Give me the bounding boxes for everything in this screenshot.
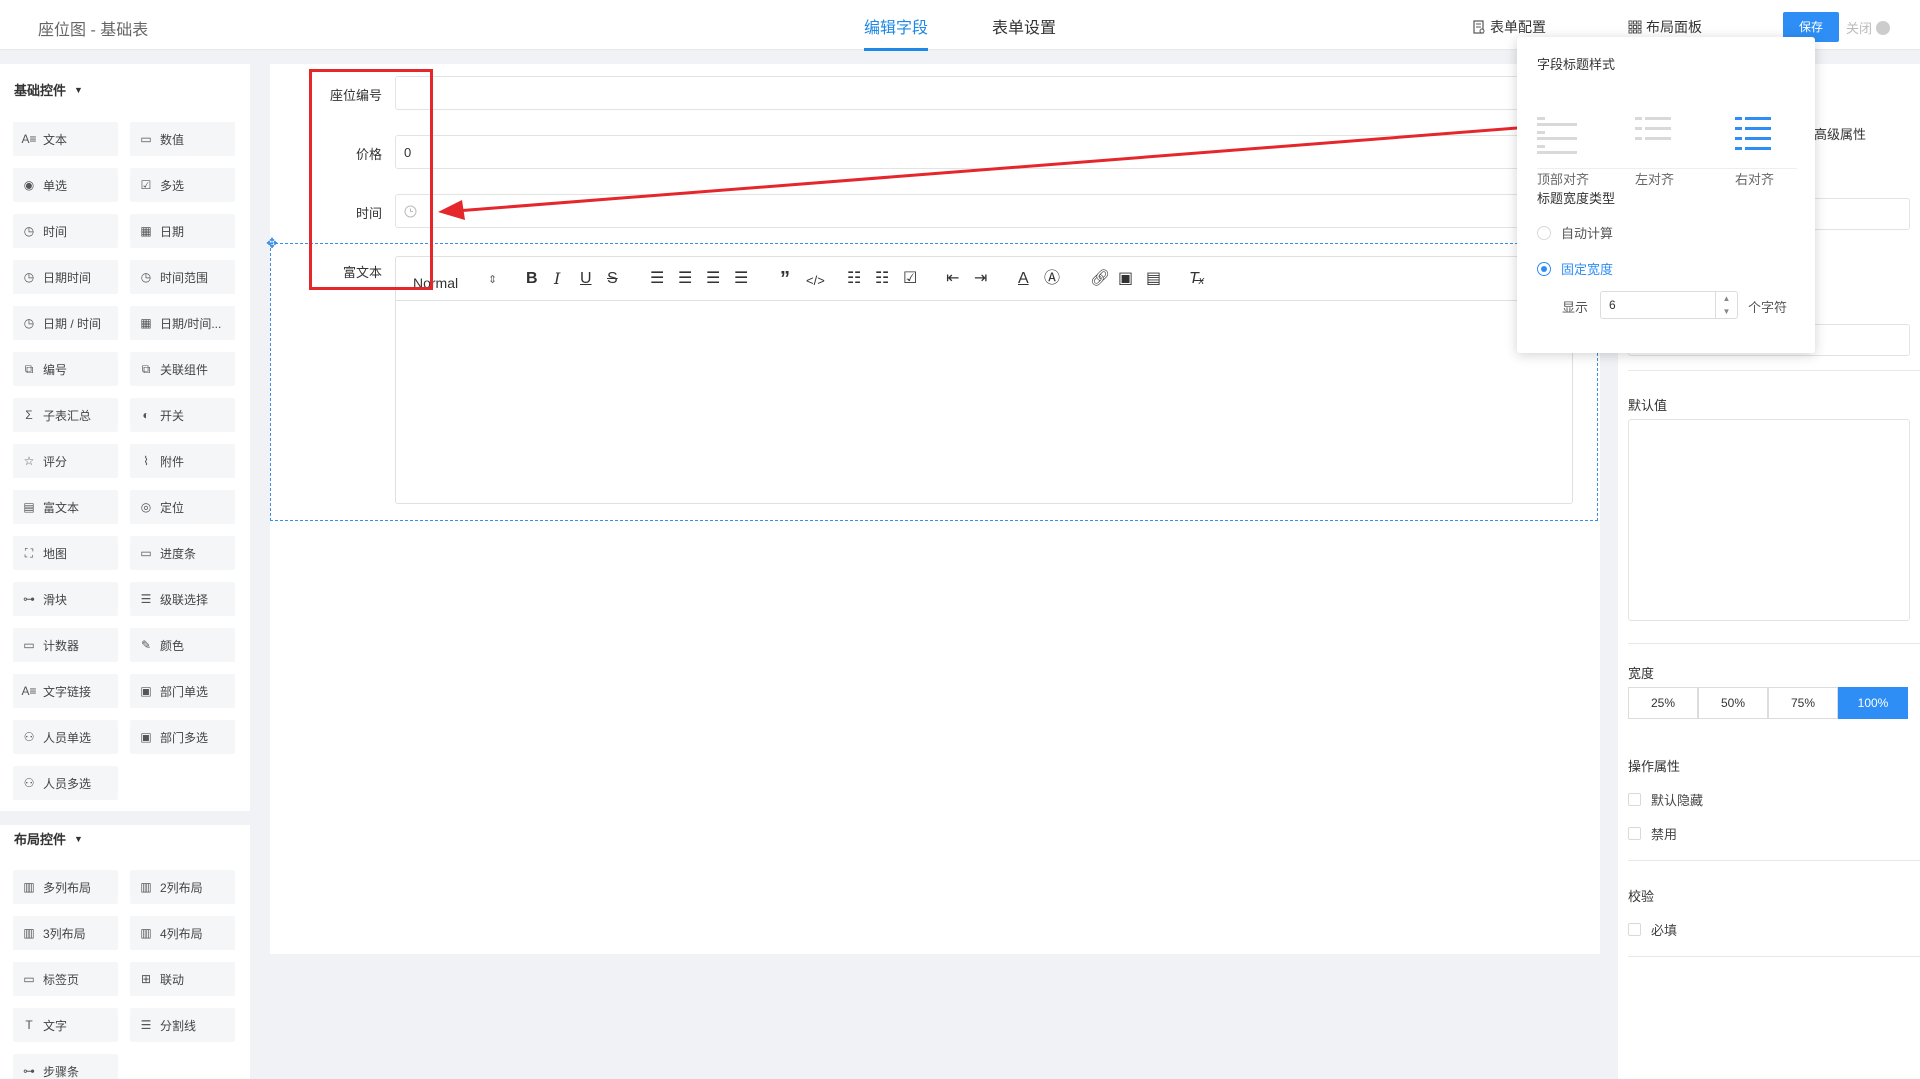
auto-calc-label: 自动计算 bbox=[1561, 226, 1614, 241]
width-option-25[interactable]: 25% bbox=[1628, 687, 1698, 719]
radio-circle-selected bbox=[1537, 261, 1551, 276]
character-count-value: 6 bbox=[1609, 298, 1616, 312]
align-left-label: 左对齐 bbox=[1635, 172, 1675, 187]
checkbox-box bbox=[1628, 923, 1641, 936]
tab-advanced-properties[interactable]: 高级属性 bbox=[1814, 124, 1866, 143]
radio-circle bbox=[1537, 225, 1551, 240]
disabled-checkbox[interactable]: 禁用 bbox=[1628, 824, 1677, 843]
width-label: 宽度 bbox=[1628, 666, 1655, 681]
default-hidden-label: 默认隐藏 bbox=[1651, 793, 1704, 808]
width-option-75[interactable]: 75% bbox=[1768, 687, 1838, 719]
align-left-icon bbox=[1635, 117, 1671, 140]
required-label: 必填 bbox=[1651, 923, 1678, 938]
required-checkbox[interactable]: 必填 bbox=[1628, 920, 1677, 939]
display-label: 显示 bbox=[1562, 300, 1589, 315]
align-top-icon bbox=[1537, 117, 1577, 154]
disabled-label: 禁用 bbox=[1651, 827, 1678, 842]
divider bbox=[1628, 956, 1920, 957]
align-right-icon bbox=[1735, 117, 1771, 150]
checkbox-box bbox=[1628, 827, 1641, 840]
default-value-textarea[interactable] bbox=[1628, 419, 1910, 621]
fixed-width-radio[interactable]: 固定宽度 bbox=[1537, 259, 1613, 278]
unit-label: 个字符 bbox=[1748, 300, 1788, 315]
title-style-popover: 字段标题样式 顶部对齐 左对齐 右对齐 标题宽度类型 自动计算 固定宽度 显示 … bbox=[1517, 37, 1815, 353]
title-width-type-heading: 标题宽度类型 bbox=[1537, 191, 1616, 206]
divider bbox=[1628, 643, 1920, 644]
popover-divider bbox=[1537, 168, 1797, 169]
character-count-stepper[interactable]: 6 ▲ ▼ bbox=[1600, 291, 1738, 319]
auto-calc-radio[interactable]: 自动计算 bbox=[1537, 223, 1613, 242]
title-style-heading: 字段标题样式 bbox=[1537, 57, 1616, 72]
divider bbox=[1628, 370, 1920, 371]
stepper-arrows-icon[interactable]: ▲ ▼ bbox=[1715, 292, 1737, 318]
checkbox-box bbox=[1628, 793, 1641, 806]
validation-label: 校验 bbox=[1628, 889, 1655, 904]
width-option-50[interactable]: 50% bbox=[1698, 687, 1768, 719]
default-hidden-checkbox[interactable]: 默认隐藏 bbox=[1628, 790, 1703, 809]
align-top-label: 顶部对齐 bbox=[1537, 172, 1590, 187]
width-option-100[interactable]: 100% bbox=[1838, 687, 1908, 719]
align-right-label: 右对齐 bbox=[1735, 172, 1775, 187]
divider bbox=[1628, 860, 1920, 861]
default-value-label: 默认值 bbox=[1628, 398, 1668, 413]
fixed-width-label: 固定宽度 bbox=[1561, 262, 1614, 277]
operation-properties-label: 操作属性 bbox=[1628, 759, 1681, 774]
property-input-1[interactable] bbox=[1804, 198, 1910, 230]
